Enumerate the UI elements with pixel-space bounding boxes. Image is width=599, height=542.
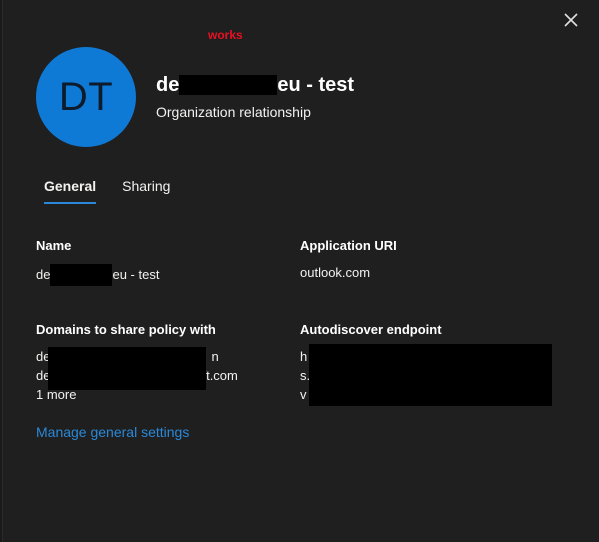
name-label: Name — [36, 238, 72, 253]
annotation-text: works — [208, 28, 243, 42]
close-button[interactable] — [559, 8, 583, 32]
tab-general[interactable]: General — [36, 176, 104, 204]
tab-sharing[interactable]: Sharing — [114, 176, 178, 204]
autodiscover-line-1: h — [300, 349, 308, 364]
avatar-initials: DT — [58, 74, 114, 119]
domains-more: 1 more — [36, 387, 77, 402]
application-uri-value: outlook.com — [300, 265, 371, 280]
name-value-prefix: de — [36, 267, 51, 282]
close-icon — [564, 13, 578, 27]
redaction-box — [50, 264, 113, 286]
domains-label: Domains to share policy with — [36, 322, 216, 337]
title-prefix: de — [156, 74, 180, 96]
domains-redaction-box — [48, 347, 206, 390]
application-uri-label: Application URI — [300, 238, 397, 253]
redaction-box — [179, 75, 278, 95]
avatar: DT — [36, 47, 136, 147]
tab-bar: General Sharing — [36, 176, 188, 204]
domains-line-2-suffix: ft.com — [202, 368, 238, 383]
page-subtitle: Organization relationship — [156, 104, 311, 120]
page-title: de eu - test — [156, 74, 354, 97]
title-suffix: eu - test — [277, 74, 355, 96]
name-value: de eu - test — [36, 264, 159, 286]
autodiscover-line-3: v — [300, 387, 307, 402]
domains-line-1-suffix: n — [211, 349, 219, 364]
manage-general-settings-link[interactable]: Manage general settings — [36, 424, 189, 440]
organization-relationship-panel: works DT de eu - test Organization relati… — [2, 0, 599, 542]
autodiscover-redaction-box — [309, 344, 552, 406]
autodiscover-label: Autodiscover endpoint — [300, 322, 442, 337]
name-value-suffix: eu - test — [112, 267, 160, 282]
